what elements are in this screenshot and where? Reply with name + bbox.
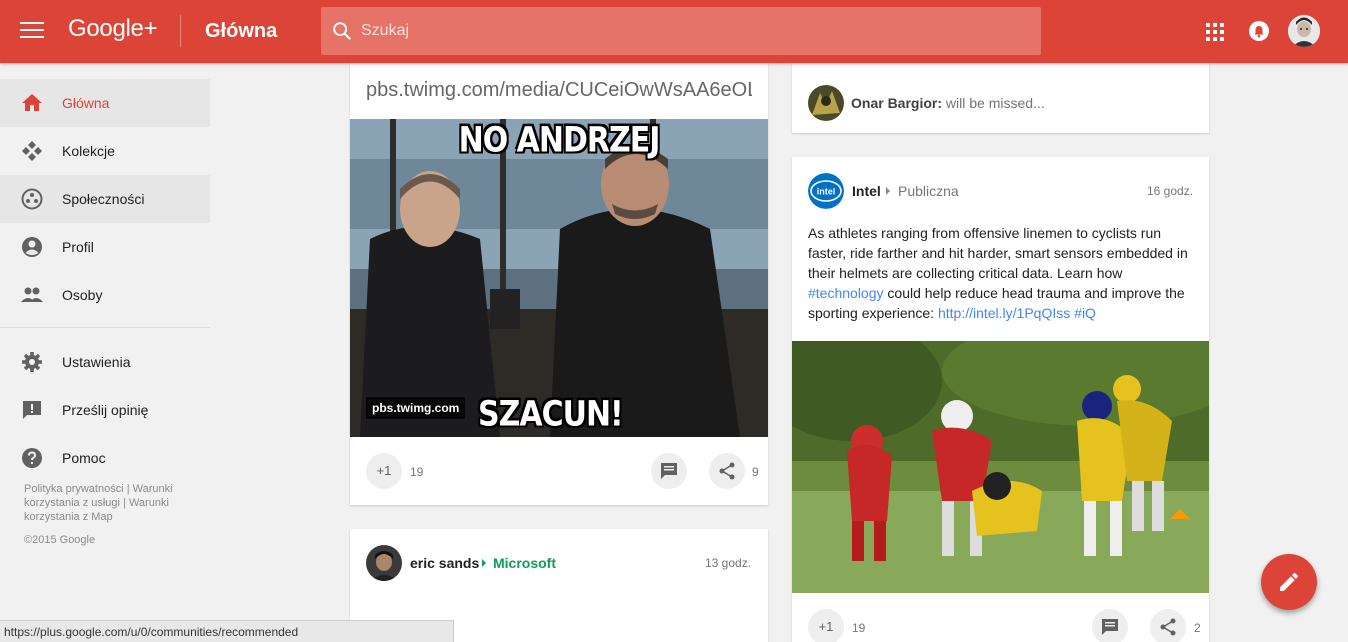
sidebar-item-label: Profil [62, 239, 94, 255]
sidebar-item-label: Społeczności [62, 191, 145, 207]
divider [180, 15, 181, 47]
compose-fab[interactable] [1261, 554, 1317, 610]
sidebar-item-collections[interactable]: Kolekcje [0, 127, 210, 175]
post-timestamp[interactable]: 16 godz. [1147, 184, 1193, 198]
hashtag-link[interactable]: #technology [808, 285, 884, 301]
browser-status-bar: https://plus.google.com/u/0/communities/… [0, 620, 454, 642]
plus-one-button[interactable]: +1 [808, 609, 844, 642]
plus-one-count: 19 [852, 621, 866, 635]
post-text: As athletes ranging from offensive linem… [808, 223, 1196, 323]
sidebar-item-communities[interactable]: Społeczności [0, 175, 210, 223]
url-link[interactable]: http://intel.ly/1PqQIss [938, 305, 1070, 321]
football-photo [792, 341, 1209, 593]
meme-caption-bottom: SZACUN! [478, 394, 624, 435]
post-link-url[interactable]: pbs.twimg.com/media/CUCeiOwWsAA6eOL [366, 79, 752, 102]
share-count: 9 [752, 465, 759, 479]
pencil-icon [1280, 572, 1298, 591]
copyright-text: ©2015 Google [24, 534, 96, 546]
comment-author[interactable]: Onar Bargior: [851, 95, 942, 111]
plus-one-count: 19 [410, 465, 424, 479]
sidebar-item-settings[interactable]: Ustawienia [0, 338, 210, 386]
people-icon [21, 287, 43, 302]
comment-button[interactable] [651, 453, 687, 489]
share-arrow-icon [482, 559, 486, 567]
apps-grid-icon[interactable] [1206, 23, 1224, 41]
communities-icon [21, 188, 43, 210]
hashtag-link[interactable]: #iQ [1074, 305, 1096, 321]
share-button[interactable] [709, 453, 745, 489]
commenter-avatar[interactable] [808, 85, 844, 121]
image-source-label: pbs.twimg.com [366, 397, 466, 419]
comment-text: Onar Bargior: will be missed... [851, 95, 1045, 111]
sidebar-item-feedback[interactable]: Prześlij opinię [0, 386, 210, 434]
post-audience[interactable]: Publiczna [898, 183, 959, 199]
post-text-part: As athletes ranging from offensive linem… [808, 225, 1188, 281]
profile-icon [22, 237, 42, 257]
post-timestamp[interactable]: 13 godz. [705, 556, 751, 570]
share-icon [719, 462, 735, 480]
sidebar-item-people[interactable]: Osoby [0, 271, 210, 319]
author-avatar[interactable] [366, 545, 402, 581]
top-app-bar: Google+ Główna [0, 0, 1348, 63]
sidebar-item-home[interactable]: Główna [0, 79, 210, 127]
feedback-icon [23, 401, 41, 419]
post-card: intel Intel Publiczna 16 godz. As athlet… [792, 157, 1209, 642]
sidebar-item-label: Osoby [62, 287, 103, 303]
sidebar-divider [0, 327, 210, 328]
sidebar-item-label: Pomoc [62, 450, 106, 466]
sidebar-item-help[interactable]: Pomoc [0, 434, 210, 482]
meme-photo [350, 119, 768, 437]
menu-icon[interactable] [20, 22, 44, 40]
google-plus-logo[interactable]: Google+ [68, 15, 158, 43]
community-name[interactable]: Microsoft [493, 555, 556, 571]
footer-legal-links[interactable]: Polityka prywatności | Warunki korzystan… [24, 482, 200, 524]
meme-caption-top: NO ANDRZEJ [458, 120, 661, 161]
navigation-drawer: Główna Kolekcje Społeczności Profil Osob… [0, 63, 210, 642]
share-count: 2 [1194, 621, 1201, 635]
comment-icon [661, 463, 677, 479]
author-avatar[interactable]: intel [808, 173, 844, 209]
page-title: Główna [205, 20, 278, 42]
share-arrow-icon [886, 187, 890, 195]
author-name[interactable]: eric sands [410, 555, 479, 571]
comment-body: will be missed... [945, 95, 1045, 111]
help-icon [22, 448, 42, 468]
comment-card: Onar Bargior: will be missed... [792, 63, 1209, 133]
share-icon [1160, 618, 1176, 636]
comment-icon [1102, 619, 1118, 635]
post-actions: +1 19 2 [792, 603, 1209, 642]
sidebar-item-profile[interactable]: Profil [0, 223, 210, 271]
sidebar-item-label: Ustawienia [62, 354, 131, 370]
search-box[interactable] [321, 7, 1041, 55]
sidebar-item-label: Główna [62, 95, 110, 111]
account-avatar[interactable] [1288, 15, 1320, 47]
sidebar-item-label: Prześlij opinię [62, 402, 149, 418]
gear-icon [22, 352, 42, 372]
svg-text:intel: intel [817, 187, 836, 197]
post-actions: +1 19 9 [350, 447, 768, 503]
post-image[interactable]: NO ANDRZEJ pbs.twimg.com SZACUN! [350, 119, 768, 437]
search-input[interactable] [361, 7, 1021, 55]
collections-icon [22, 141, 42, 161]
author-name[interactable]: Intel [852, 183, 881, 199]
search-icon[interactable] [331, 20, 353, 42]
notifications-bell-icon[interactable] [1249, 21, 1269, 41]
share-button[interactable] [1150, 609, 1186, 642]
sidebar-item-label: Kolekcje [62, 143, 115, 159]
post-card: pbs.twimg.com/media/CUCeiOwWsAA6eOL NO A… [350, 63, 768, 505]
comment-button[interactable] [1092, 609, 1128, 642]
plus-one-button[interactable]: +1 [366, 453, 402, 489]
post-image[interactable] [792, 341, 1209, 593]
home-icon [22, 94, 42, 111]
